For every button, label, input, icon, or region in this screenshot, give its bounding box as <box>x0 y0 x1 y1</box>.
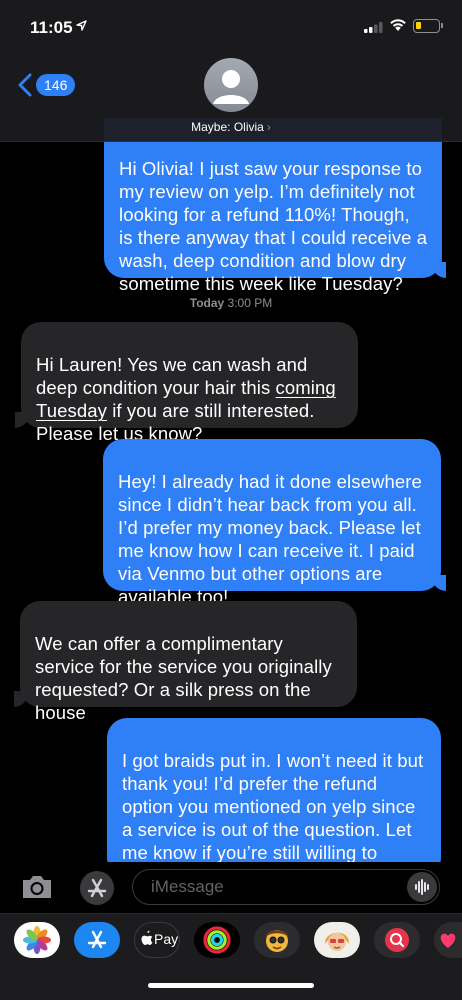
search-images-icon <box>385 928 409 952</box>
app-store-button[interactable] <box>80 871 114 905</box>
outgoing-message[interactable]: Hi Olivia! I just saw your response to m… <box>104 118 442 294</box>
incoming-message[interactable]: Hi Lauren! Yes we can wash and deep cond… <box>21 322 358 444</box>
outgoing-message[interactable]: I got braids put in. I won’t need it but… <box>107 718 441 886</box>
bubble-tail <box>432 575 446 591</box>
bubble-tail <box>14 691 28 707</box>
message-text: Hey! I already had it done elsewhere sin… <box>118 471 422 607</box>
location-arrow-icon <box>76 20 87 31</box>
app-drawer-apple-pay[interactable]: Pay <box>134 922 180 958</box>
conversation-header: 11:05 146 Maybe: Olivia › <box>0 0 462 142</box>
timestamp-day: Today <box>189 296 225 310</box>
app-drawer-image-search[interactable] <box>374 922 420 958</box>
cellular-signal-icon <box>364 22 383 33</box>
timestamp-time: 3:00 PM <box>227 296 273 310</box>
incoming-message[interactable]: We can offer a complimentary service for… <box>20 601 357 723</box>
outgoing-message[interactable]: Hey! I already had it done elsewhere sin… <box>103 439 441 607</box>
message-text: Hi Olivia! I just saw your response to m… <box>119 158 428 294</box>
battery-icon <box>413 19 443 33</box>
contact-name-label: Maybe: Olivia <box>191 120 264 134</box>
chevron-right-icon: › <box>266 120 271 134</box>
timestamp: Today 3:00 PM <box>0 296 462 310</box>
photos-icon <box>23 926 51 954</box>
message-input[interactable] <box>151 870 391 904</box>
home-indicator[interactable] <box>148 983 314 988</box>
compose-bar <box>0 862 462 912</box>
contact-name[interactable]: Maybe: Olivia › <box>0 120 462 134</box>
message-text: We can offer a complimentary service for… <box>35 633 332 723</box>
message-text: Hi Lauren! Yes we can wash and deep cond… <box>36 354 308 398</box>
waveform-icon <box>415 879 429 895</box>
wifi-icon <box>390 19 406 31</box>
app-store-icon <box>87 878 107 898</box>
person-icon <box>213 70 249 104</box>
bubble-tail <box>432 262 446 278</box>
status-time: 11:05 <box>30 18 73 37</box>
activity-icon <box>203 926 231 954</box>
apple-pay-label: Pay <box>154 931 179 947</box>
app-drawer-app-store[interactable] <box>74 922 120 958</box>
audio-message-button[interactable] <box>407 872 437 902</box>
app-drawer-activity[interactable] <box>194 922 240 958</box>
app-drawer-photos[interactable] <box>14 922 60 958</box>
message-thread[interactable]: Hi Olivia! I just saw your response to m… <box>0 0 462 1000</box>
app-store-icon <box>87 930 107 949</box>
chevron-left-icon <box>18 73 32 97</box>
camera-icon[interactable] <box>20 873 54 901</box>
heart-icon <box>440 933 456 948</box>
app-drawer-animoji[interactable] <box>254 922 300 958</box>
contact-avatar[interactable] <box>204 58 258 112</box>
bubble-tail <box>15 412 29 428</box>
unread-count-badge: 146 <box>36 74 76 96</box>
back-button[interactable]: 146 <box>18 70 76 100</box>
animoji-icon <box>266 930 288 952</box>
app-drawer-more[interactable] <box>434 922 462 958</box>
memoji-icon <box>324 932 350 951</box>
message-field[interactable] <box>132 869 440 905</box>
app-drawer-memoji[interactable] <box>314 922 360 958</box>
